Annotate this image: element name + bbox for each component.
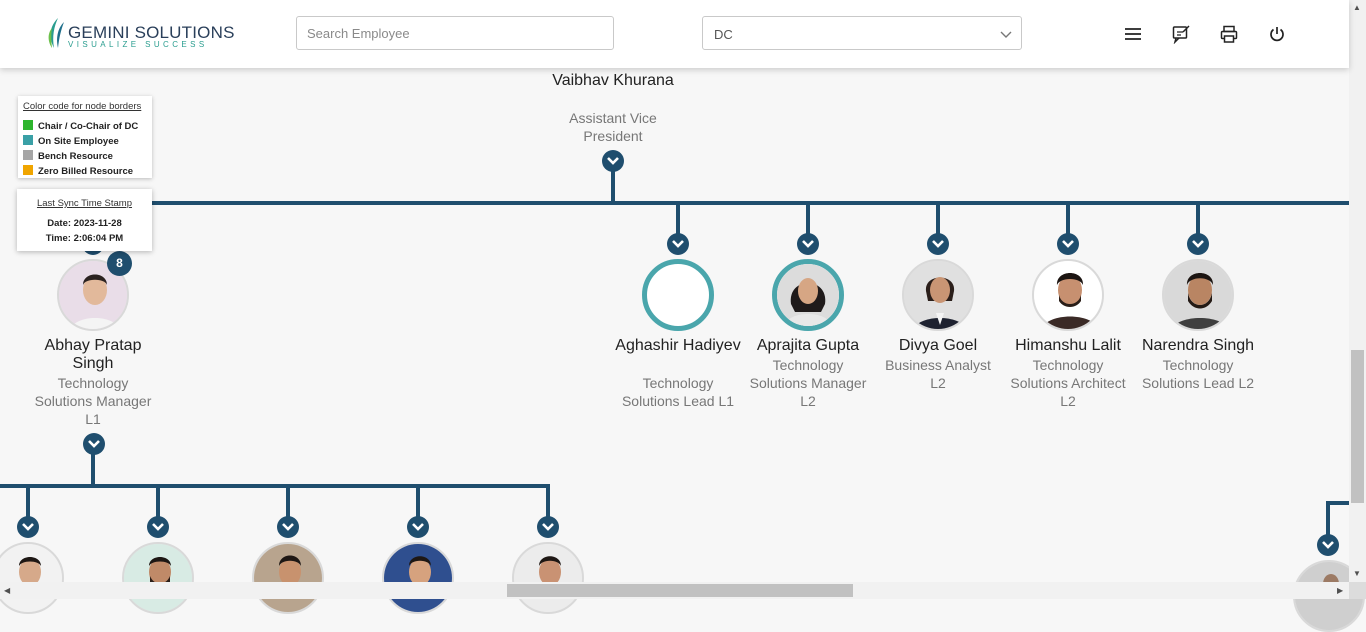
- scroll-up-arrow-icon[interactable]: ▲: [1353, 3, 1361, 12]
- menu-icon[interactable]: [1123, 24, 1143, 44]
- expand-toggle[interactable]: [797, 233, 819, 255]
- expand-toggle[interactable]: [147, 516, 169, 538]
- level2-connector: [0, 484, 550, 488]
- sync-timestamp-card: Last Sync Time Stamp Date: 2023-11-28 Ti…: [17, 189, 152, 251]
- horizontal-scrollbar-thumb[interactable]: [507, 584, 853, 597]
- employee-avatar[interactable]: [122, 542, 194, 614]
- legend-swatch: [23, 120, 33, 130]
- chevron-down-icon: [1062, 240, 1074, 248]
- chevron-down-icon: [1322, 541, 1334, 549]
- scroll-left-arrow-icon[interactable]: ◀: [4, 586, 10, 595]
- scroll-right-arrow-icon[interactable]: ▶: [1337, 586, 1343, 595]
- legend-label: On Site Employee: [38, 136, 119, 147]
- sync-time: Time: 2:06:04 PM: [45, 233, 124, 244]
- legend-label: Zero Billed Resource: [38, 166, 134, 177]
- chevron-down-icon: [22, 523, 34, 531]
- chevron-down-icon: [1192, 240, 1204, 248]
- expand-toggle[interactable]: [667, 233, 689, 255]
- legend-swatch: [23, 165, 33, 175]
- employee-name[interactable]: Himanshu Lalit: [1003, 337, 1133, 355]
- employee-name[interactable]: Aprajita Gupta: [743, 337, 873, 355]
- print-icon[interactable]: [1219, 24, 1239, 44]
- power-icon[interactable]: [1267, 24, 1287, 44]
- employee-role: Business Analyst L2: [885, 357, 991, 391]
- employee-avatar[interactable]: [772, 259, 844, 331]
- chevron-down-icon: [932, 240, 944, 248]
- logo-tagline: VISUALIZE SUCCESS: [68, 40, 208, 49]
- chevron-down-icon: [542, 523, 554, 531]
- employee-avatar[interactable]: [1162, 259, 1234, 331]
- chevron-down-icon: [412, 523, 424, 531]
- dc-select[interactable]: DC: [702, 16, 1022, 50]
- scrollbar-corner: [1349, 582, 1366, 599]
- legend-label: Chair / Co-Chair of DC: [38, 121, 139, 132]
- employee-name[interactable]: Narendra Singh: [1133, 337, 1263, 355]
- company-logo[interactable]: GEMINI SOLUTIONS VISUALIZE SUCCESS: [46, 18, 234, 52]
- chevron-down-icon: [152, 523, 164, 531]
- employee-role: Technology Solutions Lead L2: [1141, 357, 1255, 391]
- app-header: GEMINI SOLUTIONS VISUALIZE SUCCESS DC: [0, 0, 1349, 68]
- level1-connector: [91, 201, 1349, 205]
- employee-avatar[interactable]: [902, 259, 974, 331]
- expand-toggle[interactable]: [927, 233, 949, 255]
- chevron-down-icon: [607, 157, 619, 165]
- root-connector: [611, 170, 615, 202]
- expand-toggle[interactable]: [602, 150, 624, 172]
- expand-toggle[interactable]: [537, 516, 559, 538]
- employee-avatar[interactable]: [0, 542, 64, 614]
- scroll-down-arrow-icon[interactable]: ▼: [1353, 569, 1361, 578]
- abhay-connector: [91, 454, 95, 486]
- chevron-down-icon: [802, 240, 814, 248]
- dc-select-value: DC: [714, 27, 733, 42]
- employee-avatar[interactable]: [252, 542, 324, 614]
- expand-toggle[interactable]: [17, 516, 39, 538]
- feedback-icon[interactable]: [1171, 24, 1191, 45]
- expand-toggle[interactable]: [407, 516, 429, 538]
- color-code-legend: Color code for node borders Chair / Co-C…: [18, 96, 152, 178]
- employee-role: Technology Solutions Manager L1: [34, 375, 152, 427]
- employee-avatar[interactable]: [642, 259, 714, 331]
- expand-toggle[interactable]: [1317, 534, 1339, 556]
- legend-item-zero-billed: Zero Billed Resource: [23, 165, 133, 177]
- employee-avatar[interactable]: [382, 542, 454, 614]
- employee-avatar[interactable]: [512, 542, 584, 614]
- chevron-down-icon: [88, 440, 100, 448]
- legend-item-bench: Bench Resource: [23, 150, 113, 162]
- expand-toggle[interactable]: [277, 516, 299, 538]
- expand-toggle[interactable]: [1187, 233, 1209, 255]
- employee-role: Technology Solutions Manager L2: [749, 357, 867, 409]
- legend-item-chair: Chair / Co-Chair of DC: [23, 120, 138, 132]
- legend-swatch: [23, 150, 33, 160]
- sync-title: Last Sync Time Stamp: [36, 198, 133, 209]
- employee-name[interactable]: Aghashir Hadiyev: [613, 337, 743, 355]
- chevron-down-icon: [1000, 31, 1012, 38]
- employee-name[interactable]: Divya Goel: [873, 337, 1003, 355]
- search-employee-input[interactable]: [296, 16, 614, 50]
- connector-stub: [1326, 501, 1330, 536]
- expand-toggle[interactable]: [1057, 233, 1079, 255]
- root-name[interactable]: Vaibhav Khurana: [548, 72, 678, 90]
- legend-title: Color code for node borders: [23, 101, 142, 112]
- root-role: Assistant Vice President: [569, 110, 657, 144]
- legend-swatch: [23, 135, 33, 145]
- employee-name[interactable]: Abhay Pratap Singh: [28, 337, 158, 373]
- reports-count-badge[interactable]: 8: [107, 251, 132, 276]
- employee-role: Technology Solutions Architect L2: [1010, 357, 1126, 409]
- logo-leaf-icon: [48, 18, 64, 48]
- expand-toggle[interactable]: [83, 433, 105, 455]
- sync-date: Date: 2023-11-28: [47, 218, 122, 229]
- vertical-scrollbar-thumb[interactable]: [1351, 350, 1364, 503]
- chevron-down-icon: [282, 523, 294, 531]
- employee-role: Technology Solutions Lead L1: [621, 375, 735, 409]
- employee-avatar[interactable]: [1032, 259, 1104, 331]
- chevron-down-icon: [672, 240, 684, 248]
- legend-item-onsite: On Site Employee: [23, 135, 119, 147]
- legend-label: Bench Resource: [38, 151, 113, 162]
